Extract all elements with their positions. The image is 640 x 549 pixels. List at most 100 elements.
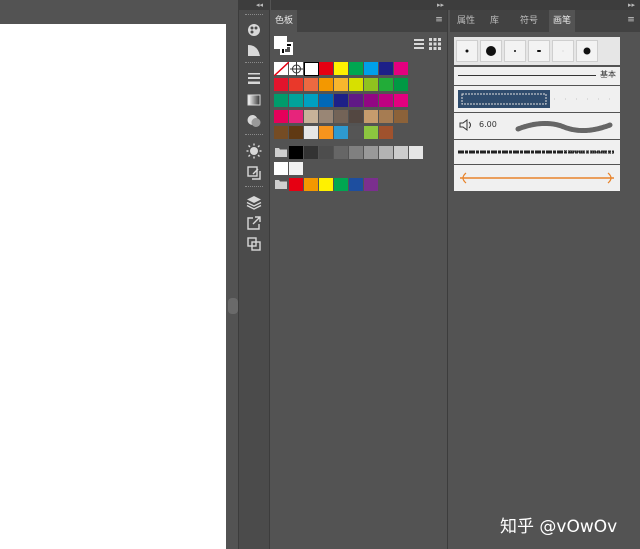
export-icon[interactable] bbox=[246, 215, 262, 231]
color-swatch[interactable] bbox=[274, 110, 289, 124]
color-swatch[interactable] bbox=[274, 78, 289, 92]
color-swatch[interactable] bbox=[334, 78, 349, 92]
brush-dot-2[interactable] bbox=[480, 40, 502, 62]
strip-grip-4[interactable] bbox=[245, 186, 263, 189]
color-swatch[interactable] bbox=[334, 110, 349, 124]
color-swatch[interactable] bbox=[289, 94, 304, 108]
color-swatch[interactable] bbox=[364, 126, 379, 140]
color-swatch[interactable] bbox=[334, 94, 349, 108]
color-swatch[interactable] bbox=[379, 146, 394, 160]
stroke-lines-icon[interactable] bbox=[246, 70, 262, 86]
panel-resize-handle[interactable] bbox=[228, 298, 238, 314]
color-swatch[interactable] bbox=[394, 78, 409, 92]
tab-libraries[interactable]: 库 bbox=[486, 10, 503, 32]
brush-dot-5[interactable] bbox=[552, 40, 574, 62]
color-swatch[interactable] bbox=[394, 94, 409, 108]
color-swatch[interactable] bbox=[364, 146, 379, 160]
color-swatch[interactable] bbox=[349, 78, 364, 92]
color-swatch[interactable] bbox=[334, 146, 349, 160]
color-swatch[interactable] bbox=[289, 146, 304, 160]
color-swatch[interactable] bbox=[289, 78, 304, 92]
color-swatch[interactable] bbox=[319, 78, 334, 92]
color-swatch[interactable] bbox=[304, 78, 319, 92]
color-swatch[interactable] bbox=[379, 78, 394, 92]
color-swatch[interactable] bbox=[304, 146, 319, 160]
color-swatch[interactable] bbox=[289, 126, 304, 140]
color-swatch[interactable] bbox=[349, 110, 364, 124]
thumbnail-view-icon[interactable] bbox=[429, 38, 441, 50]
color-swatch[interactable] bbox=[394, 110, 409, 124]
color-swatch[interactable] bbox=[364, 62, 379, 76]
brush-art-charcoal[interactable]: 6.00 bbox=[454, 113, 620, 139]
color-swatch[interactable] bbox=[304, 126, 319, 140]
brush-art-rough[interactable] bbox=[454, 140, 620, 164]
brush-dot-6[interactable] bbox=[576, 40, 598, 62]
brush-basic[interactable]: 基本 bbox=[454, 67, 620, 85]
strip-grip-2[interactable] bbox=[245, 62, 263, 65]
color-swatch[interactable] bbox=[394, 62, 409, 76]
strip-grip-3[interactable] bbox=[245, 134, 263, 137]
graphic-styles-icon[interactable] bbox=[246, 165, 262, 181]
color-swatch[interactable] bbox=[319, 178, 334, 192]
gradient-icon[interactable] bbox=[246, 92, 262, 108]
color-swatch[interactable] bbox=[364, 78, 379, 92]
color-swatch[interactable] bbox=[304, 94, 319, 108]
tab-symbols[interactable]: 符号 bbox=[516, 10, 542, 32]
list-view-icon[interactable] bbox=[413, 38, 425, 50]
brush-pattern[interactable] bbox=[454, 86, 620, 112]
color-swatch[interactable] bbox=[349, 62, 364, 76]
collapse-icon[interactable]: ◂◂ bbox=[256, 0, 263, 10]
color-group-folder-icon[interactable] bbox=[274, 146, 288, 158]
color-swatch[interactable] bbox=[289, 162, 304, 176]
artboards-icon[interactable] bbox=[246, 236, 262, 252]
color-swatch[interactable] bbox=[319, 146, 334, 160]
color-group-folder-icon-2[interactable] bbox=[274, 178, 288, 190]
color-guide-icon[interactable] bbox=[246, 22, 262, 38]
expand-icon[interactable]: ▸▸ bbox=[437, 0, 444, 10]
none-swatch[interactable] bbox=[274, 62, 289, 76]
fill-swatch[interactable] bbox=[274, 36, 287, 49]
tab-swatches[interactable]: 色板 bbox=[271, 10, 298, 32]
swatches-menu-icon[interactable]: ≡ bbox=[434, 16, 444, 25]
transparency-icon[interactable] bbox=[246, 113, 262, 129]
strip-grip[interactable] bbox=[245, 14, 263, 17]
tab-brushes[interactable]: 画笔 bbox=[549, 10, 576, 32]
color-swatch[interactable] bbox=[349, 146, 364, 160]
color-swatch[interactable] bbox=[349, 178, 364, 192]
color-swatch[interactable] bbox=[379, 110, 394, 124]
tab-properties[interactable]: 属性 bbox=[453, 10, 479, 32]
color-swatch[interactable] bbox=[274, 126, 289, 140]
gradient-shape-icon[interactable] bbox=[246, 42, 262, 58]
color-swatch[interactable] bbox=[409, 146, 424, 160]
layers-icon[interactable] bbox=[246, 194, 262, 210]
color-swatch[interactable] bbox=[319, 94, 334, 108]
color-swatch[interactable] bbox=[364, 178, 379, 192]
color-swatch[interactable] bbox=[319, 110, 334, 124]
color-swatch[interactable] bbox=[319, 62, 334, 76]
color-swatch[interactable] bbox=[364, 94, 379, 108]
color-swatch[interactable] bbox=[304, 178, 319, 192]
color-swatch[interactable] bbox=[304, 110, 319, 124]
fill-stroke-indicator[interactable] bbox=[274, 36, 294, 56]
color-swatch[interactable] bbox=[334, 62, 349, 76]
brush-art-orange[interactable] bbox=[454, 165, 620, 191]
color-swatch[interactable] bbox=[334, 178, 349, 192]
color-swatch[interactable] bbox=[349, 126, 364, 140]
color-swatch[interactable] bbox=[289, 178, 304, 192]
brush-dot-3[interactable] bbox=[504, 40, 526, 62]
color-swatch[interactable] bbox=[394, 146, 409, 160]
registration-swatch[interactable] bbox=[289, 62, 304, 76]
appearance-sun-icon[interactable] bbox=[246, 143, 262, 159]
brushes-menu-icon[interactable]: ≡ bbox=[626, 16, 636, 25]
white-swatch[interactable] bbox=[304, 62, 319, 76]
color-swatch[interactable] bbox=[274, 162, 289, 176]
brush-dot-4[interactable] bbox=[528, 40, 550, 62]
color-swatch[interactable] bbox=[379, 126, 394, 140]
color-swatch[interactable] bbox=[289, 110, 304, 124]
color-swatch[interactable] bbox=[364, 110, 379, 124]
color-swatch[interactable] bbox=[334, 126, 349, 140]
brush-dot-1[interactable] bbox=[456, 40, 478, 62]
artboard[interactable] bbox=[0, 24, 226, 549]
color-swatch[interactable] bbox=[379, 94, 394, 108]
color-swatch[interactable] bbox=[319, 126, 334, 140]
